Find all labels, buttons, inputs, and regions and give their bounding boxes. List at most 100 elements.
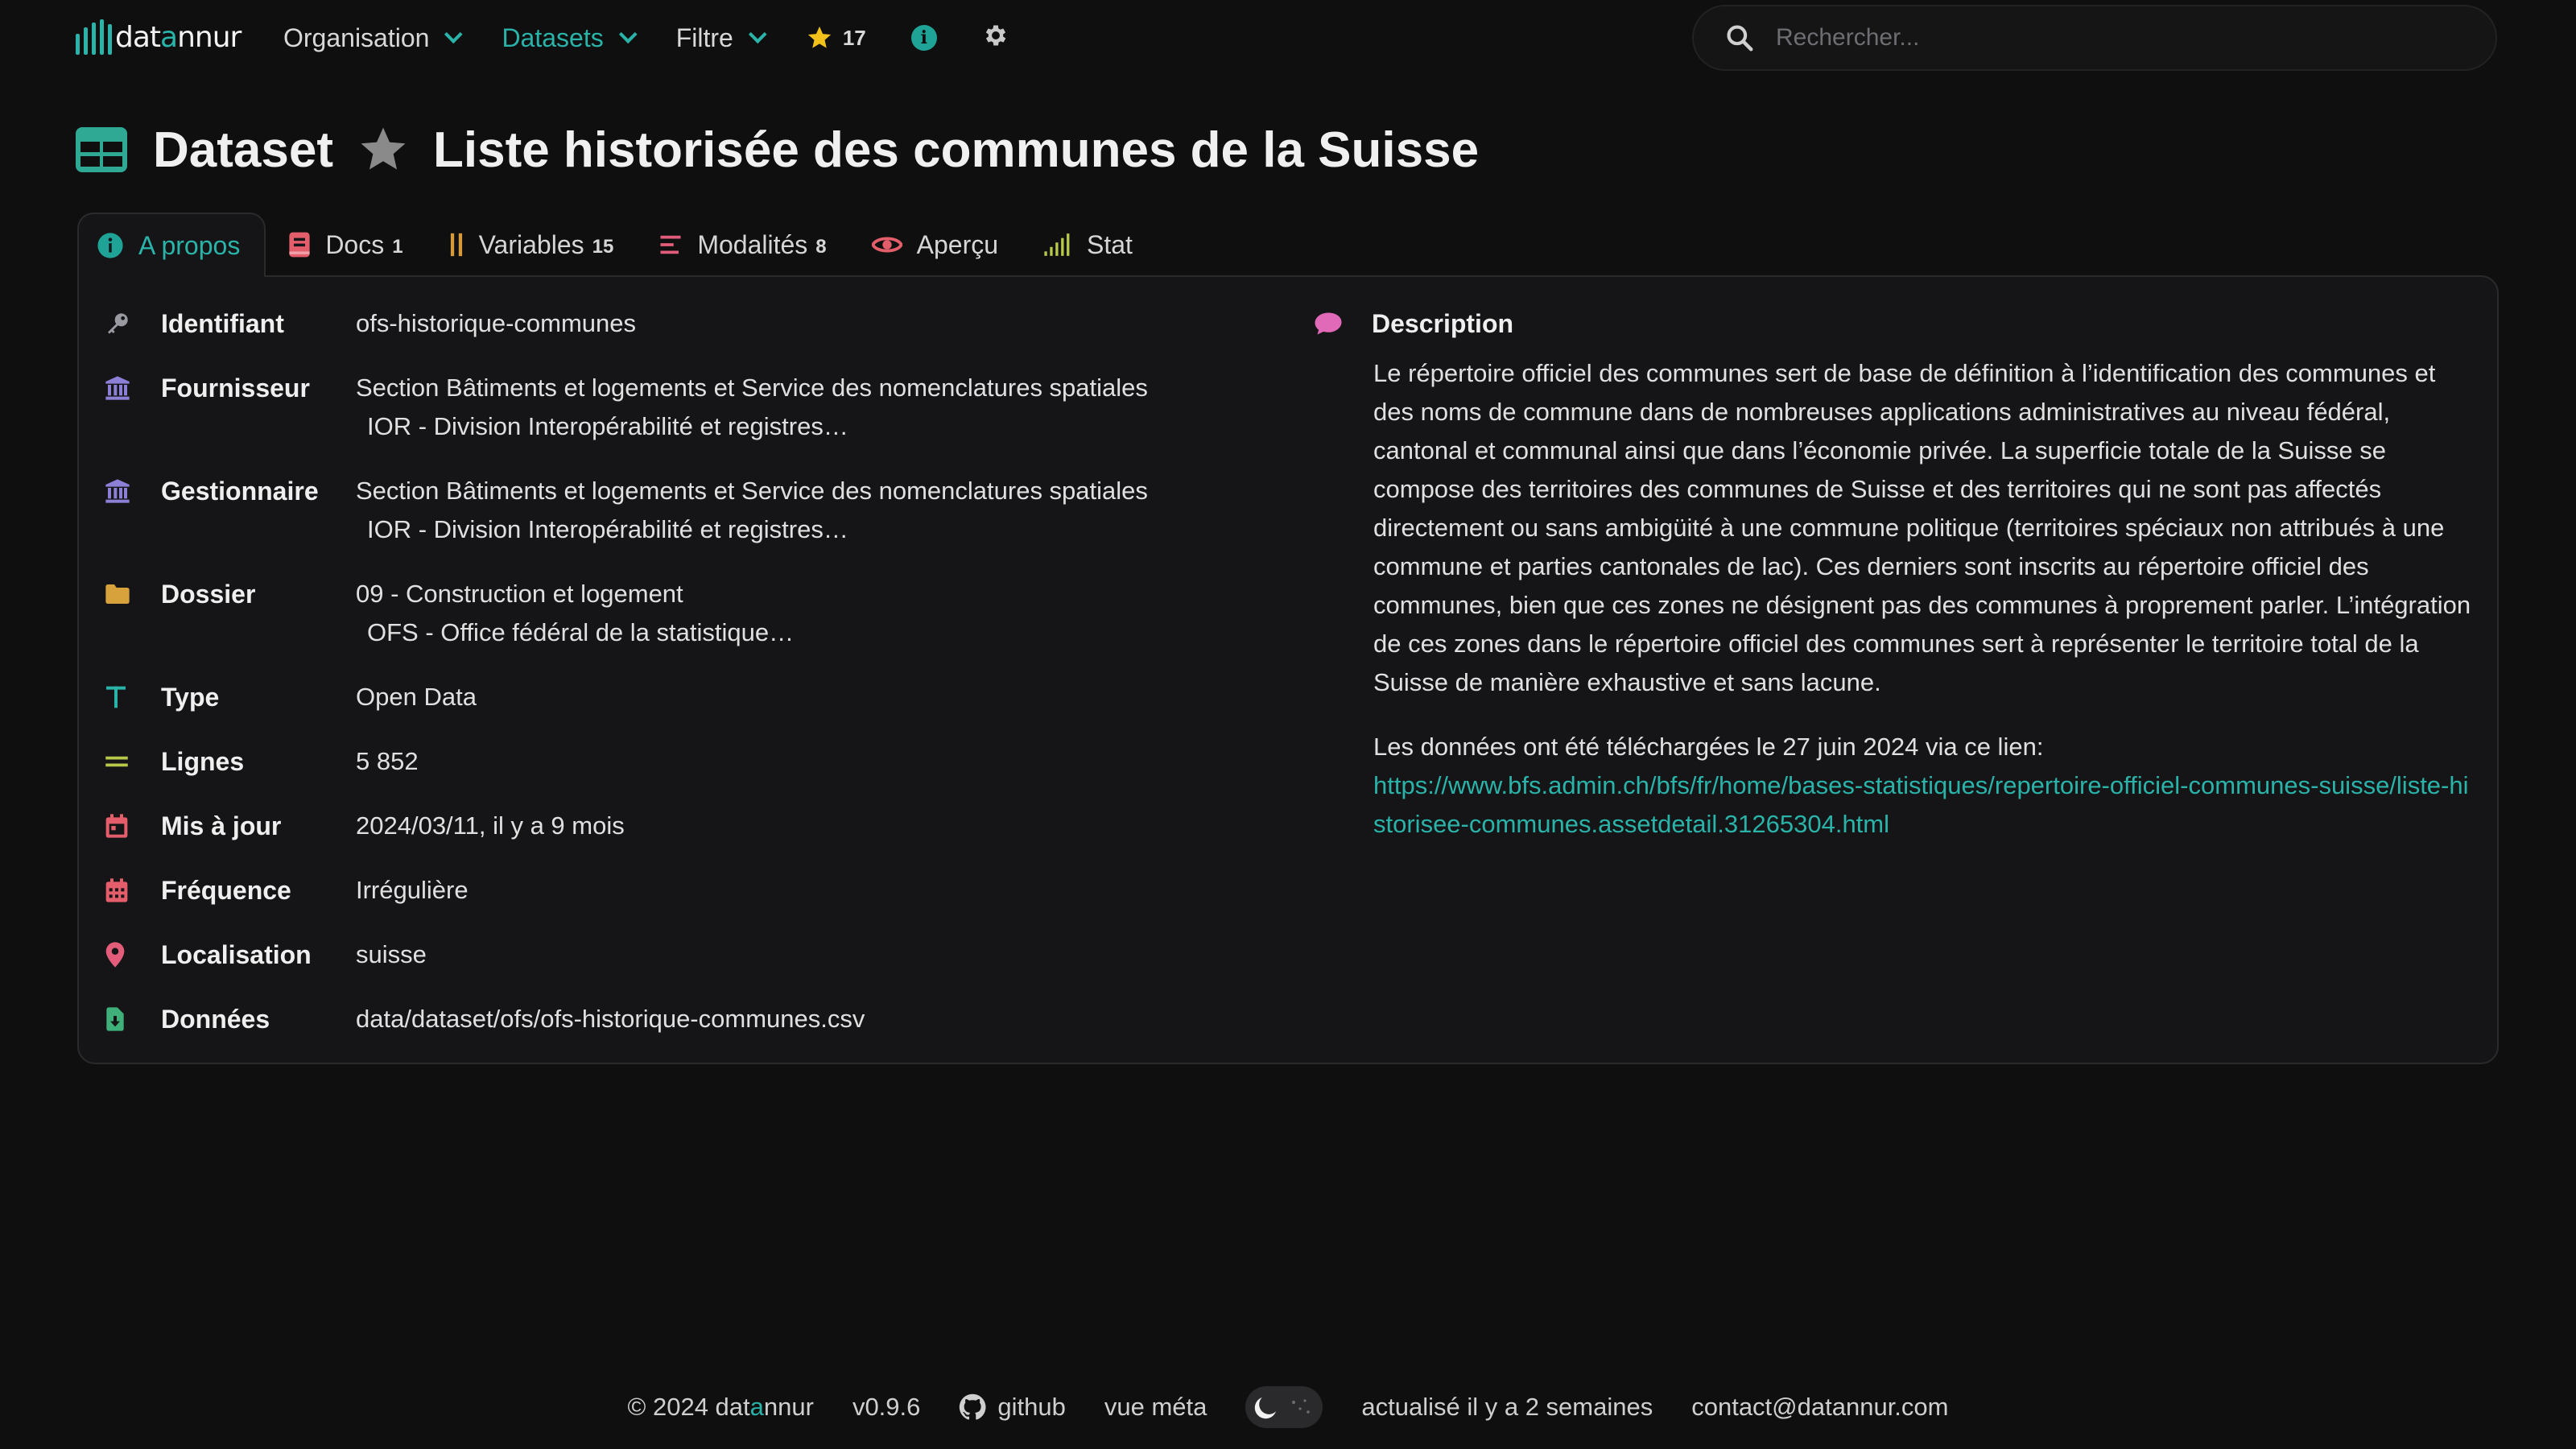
tab-count: 15 <box>592 236 614 258</box>
prop-label: Mis à jour <box>161 811 282 840</box>
prop-label: Localisation <box>161 940 312 969</box>
moon-icon <box>1255 1397 1277 1419</box>
stars-icon <box>1292 1399 1311 1414</box>
institution-icon <box>105 376 130 400</box>
data-file-link[interactable]: data/dataset/ofs/ofs-historique-communes… <box>356 1000 865 1038</box>
dataset-tabs: A propos Docs 1 Variables 15 Modalités 8… <box>77 213 1155 277</box>
tab-label: Docs <box>325 229 385 259</box>
tab-stat[interactable]: Stat <box>1021 213 1155 277</box>
github-label: github <box>997 1393 1066 1421</box>
prop-mis-a-jour: Mis à jour 2024/03/11, il y a 9 mois <box>105 807 1344 845</box>
folder-parent-link[interactable]: OFS - Office fédéral de la statistique… <box>356 613 794 652</box>
footer-updated: actualisé il y a 2 semaines <box>1361 1393 1653 1421</box>
prop-value: suisse <box>356 940 427 968</box>
nav-filtre[interactable]: Filtre <box>675 23 767 53</box>
prop-value: Section Bâtiments et logements et Servic… <box>356 369 1148 446</box>
calendar-grid-icon <box>105 878 128 902</box>
datannur-logo[interactable]: datannur <box>76 13 242 61</box>
favorite-star-icon[interactable] <box>356 123 411 176</box>
prop-label: Gestionnaire <box>161 477 319 506</box>
prop-label: Données <box>161 1005 270 1034</box>
favorites-button[interactable]: 17 <box>806 24 866 52</box>
tab-variables[interactable]: Variables 15 <box>426 213 637 277</box>
description-text: Le répertoire officiel des communes sert… <box>1373 359 2471 696</box>
manager-link[interactable]: Section Bâtiments et logements et Servic… <box>356 477 1148 505</box>
tab-a-propos[interactable]: A propos <box>77 213 266 277</box>
chevron-down-icon <box>618 25 638 44</box>
dataset-properties: Identifiant ofs-historique-communes Four… <box>105 304 1344 1064</box>
search-input[interactable] <box>1776 24 2436 52</box>
dark-mode-toggle[interactable] <box>1245 1386 1323 1428</box>
tab-count: 1 <box>392 236 403 258</box>
table-grid-icon <box>76 127 127 172</box>
tab-label: Aperçu <box>916 229 999 259</box>
tab-label: Variables <box>478 229 584 259</box>
tab-count: 8 <box>815 236 827 258</box>
tab-label: A propos <box>138 230 241 260</box>
book-icon <box>289 232 310 258</box>
info-circle-icon <box>97 233 123 258</box>
prop-label: Fournisseur <box>161 374 310 402</box>
main-nav: Organisation Datasets Filtre 17 i <box>283 18 1009 58</box>
favorites-count: 17 <box>842 25 866 50</box>
page-title: Dataset Liste historisée des communes de… <box>76 118 1479 182</box>
prop-gestionnaire: Gestionnaire Section Bâtiments et logeme… <box>105 472 1344 549</box>
footer-github-link[interactable]: github <box>959 1393 1066 1422</box>
prop-frequence: Fréquence Irrégulière <box>105 871 1344 910</box>
prop-label: Lignes <box>161 747 245 776</box>
provider-link[interactable]: Section Bâtiments et logements et Servic… <box>356 374 1148 402</box>
prop-value: ofs-historique-communes <box>356 309 637 337</box>
footer: © 2024 datannur v0.9.6 github vue méta a… <box>0 1383 2576 1431</box>
prop-lignes: Lignes 5 852 <box>105 742 1344 781</box>
tab-modalites[interactable]: Modalités 8 <box>636 213 848 277</box>
prop-type: Type Open Data <box>105 678 1344 716</box>
institution-icon <box>105 479 130 503</box>
info-icon[interactable]: i <box>910 25 937 51</box>
provider-parent-link[interactable]: IOR - Division Interopérabilité et regis… <box>356 407 1148 446</box>
tab-label: Stat <box>1087 229 1133 259</box>
source-link[interactable]: https://www.bfs.admin.ch/bfs/fr/home/bas… <box>1373 771 2469 838</box>
prop-value: 09 - Construction et logement OFS - Offi… <box>356 575 794 652</box>
prop-value: Irrégulière <box>356 876 469 904</box>
tab-apercu[interactable]: Aperçu <box>849 213 1021 277</box>
nav-datasets-label: Datasets <box>502 23 604 52</box>
search-box[interactable] <box>1692 5 2497 71</box>
folder-icon <box>105 584 130 604</box>
github-icon <box>960 1393 986 1420</box>
nav-filtre-label: Filtre <box>675 23 733 52</box>
tab-docs[interactable]: Docs 1 <box>266 213 425 277</box>
star-icon <box>807 26 831 48</box>
map-pin-icon <box>105 942 125 968</box>
footer-contact-link[interactable]: contact@datannur.com <box>1691 1393 1948 1422</box>
chevron-down-icon <box>444 25 463 44</box>
footer-version[interactable]: v0.9.6 <box>852 1393 920 1422</box>
prop-identifiant: Identifiant ofs-historique-communes <box>105 304 1344 343</box>
calendar-icon <box>105 814 128 838</box>
text-type-icon <box>106 686 126 708</box>
about-panel: Identifiant ofs-historique-communes Four… <box>77 275 2499 1064</box>
signal-bars-icon <box>1044 233 1070 256</box>
prop-label: Type <box>161 683 220 712</box>
prop-dossier: Dossier 09 - Construction et logement OF… <box>105 575 1344 652</box>
prop-value: 5 852 <box>356 747 419 775</box>
nav-organisation-label: Organisation <box>283 23 430 52</box>
nav-organisation[interactable]: Organisation <box>283 23 463 53</box>
manager-parent-link[interactable]: IOR - Division Interopérabilité et regis… <box>356 510 1148 549</box>
prop-localisation: Localisation suisse <box>105 935 1344 974</box>
comment-icon <box>1315 312 1342 335</box>
prop-donnees: Données data/dataset/ofs/ofs-historique-… <box>105 1000 1344 1038</box>
top-navigation-bar: datannur Organisation Datasets Filtre 17… <box>0 0 2576 76</box>
footer-meta-view-link[interactable]: vue méta <box>1104 1393 1208 1422</box>
logo-bars-icon <box>76 19 112 55</box>
prop-fournisseur: Fournisseur Section Bâtiments et logemen… <box>105 369 1344 446</box>
description-section: Description Le répertoire officiel des c… <box>1314 304 2473 869</box>
folder-link[interactable]: 09 - Construction et logement <box>356 580 683 608</box>
eye-icon <box>871 237 902 253</box>
file-download-icon <box>106 1007 124 1031</box>
footer-copyright: © 2024 datannur <box>627 1393 814 1421</box>
nav-datasets[interactable]: Datasets <box>502 23 638 53</box>
download-note: Les données ont été téléchargées le 27 j… <box>1373 733 2044 761</box>
columns-icon <box>450 233 462 257</box>
key-icon <box>108 313 128 334</box>
gear-icon[interactable] <box>982 22 1009 54</box>
